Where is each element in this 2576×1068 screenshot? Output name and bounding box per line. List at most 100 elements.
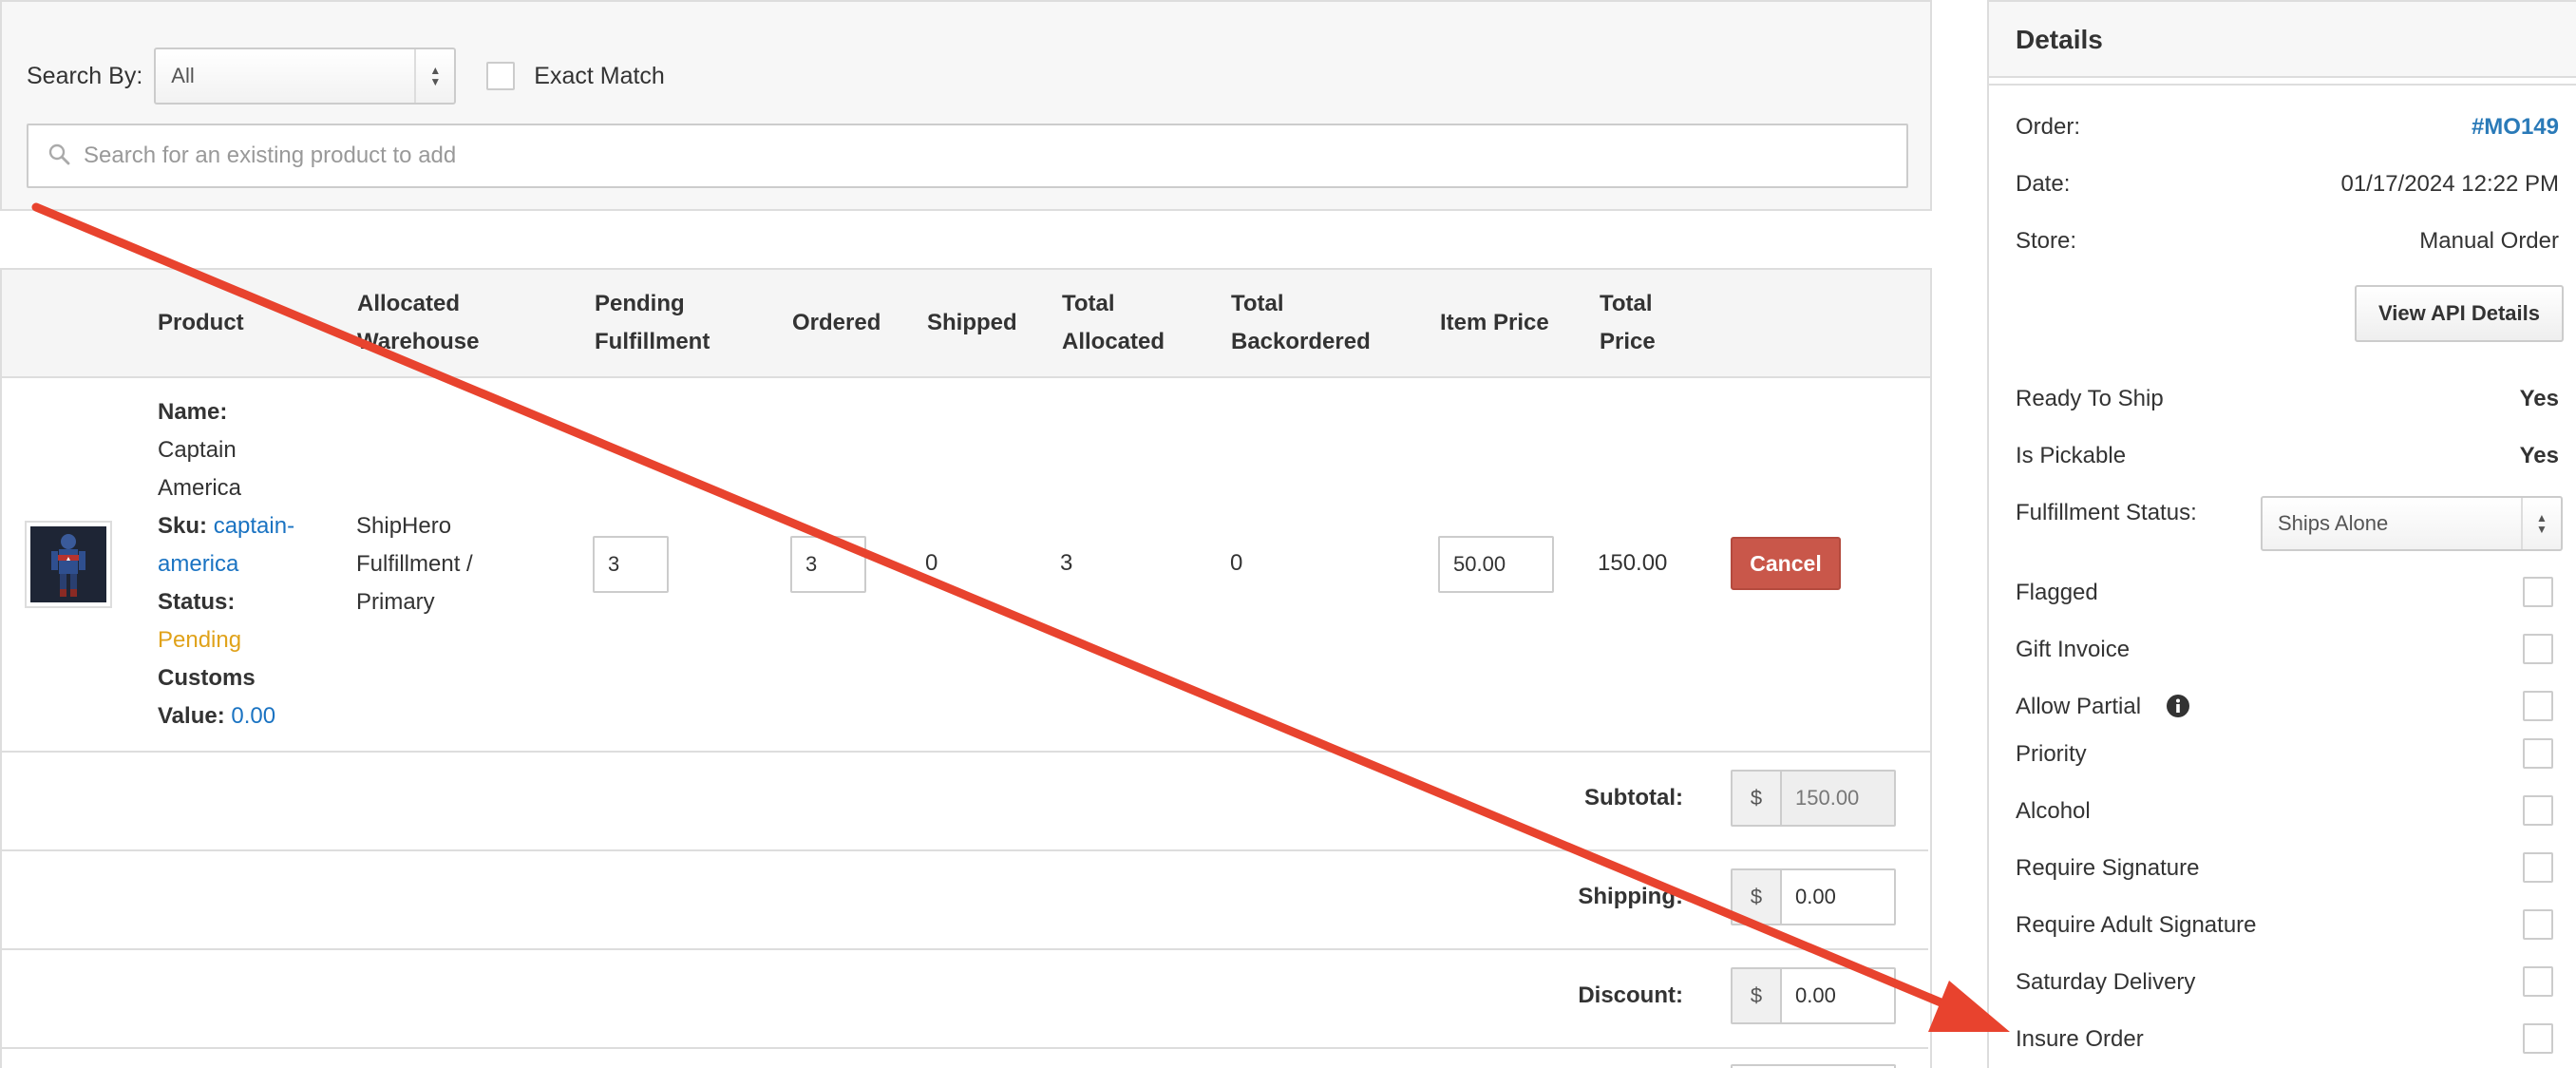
details-title: Details: [2016, 25, 2103, 54]
subtotal-field: $ 150.00: [1731, 770, 1896, 827]
order-number-link[interactable]: #MO149: [2472, 114, 2559, 141]
total-price-value: 150.00: [1598, 550, 1668, 576]
col-header-ordered: Ordered: [792, 310, 881, 335]
store-label: Store:: [2016, 228, 2077, 254]
customs-value[interactable]: 0.00: [231, 703, 275, 729]
customs-label: Customs: [158, 665, 256, 691]
col-header-line: Total: [1231, 291, 1284, 316]
discount-label: Discount:: [1578, 982, 1683, 1008]
require-signature-checkbox[interactable]: [2523, 852, 2553, 883]
shipping-row: Shipping: $ 0.00: [0, 851, 1928, 950]
flag-row-allow-partial: Allow Partial: [2016, 694, 2559, 732]
discount-field[interactable]: $ 0.00: [1731, 967, 1896, 1024]
product-name-line: America: [158, 475, 242, 501]
flag-row-flagged: Flagged: [2016, 580, 2559, 618]
order-row: Order: #MO149: [2016, 114, 2559, 152]
col-header-pending-fulfillment: Pending Fulfillment: [595, 285, 710, 361]
status-label: Status:: [158, 589, 236, 615]
alcohol-checkbox[interactable]: [2523, 795, 2553, 826]
shipping-value[interactable]: 0.00: [1782, 870, 1894, 924]
flag-row-insure-order: Insure Order: [2016, 1026, 2559, 1064]
require-adult-signature-checkbox[interactable]: [2523, 909, 2553, 940]
flag-row-require-signature: Require Signature: [2016, 855, 2559, 893]
order-label: Order:: [2016, 114, 2081, 140]
ready-to-ship-label: Ready To Ship: [2016, 386, 2164, 411]
flag-label-require-adult-signature: Require Adult Signature: [2016, 912, 2257, 938]
discount-row: Discount: $ 0.00: [0, 950, 1928, 1049]
view-api-details-button[interactable]: View API Details: [2355, 285, 2564, 342]
allocated-warehouse-cell: ShipHero Fulfillment / Primary: [356, 507, 473, 621]
ready-to-ship-value: Yes: [2519, 386, 2559, 411]
priority-checkbox[interactable]: [2523, 738, 2553, 769]
flag-row-gift-invoice: Gift Invoice: [2016, 637, 2559, 675]
next-total-field[interactable]: [1731, 1064, 1896, 1068]
is-pickable-row: Is Pickable Yes: [2016, 443, 2559, 481]
sku-link[interactable]: captain-: [214, 513, 294, 539]
col-header-allocated-warehouse: Allocated Warehouse: [357, 285, 479, 361]
cancel-item-button[interactable]: Cancel: [1731, 537, 1841, 590]
details-divider: [1989, 80, 2576, 86]
product-search-field[interactable]: [27, 124, 1908, 188]
col-header-line: Fulfillment: [595, 329, 710, 354]
currency-prefix: $: [1733, 870, 1782, 924]
date-row: Date: 01/17/2024 12:22 PM: [2016, 171, 2559, 209]
col-header-line: Pending: [595, 291, 685, 316]
shipping-label: Shipping:: [1578, 884, 1683, 909]
search-icon: [47, 143, 70, 170]
order-edit-screen: Search By: All ▲▼ Exact Match Product: [0, 0, 2576, 1068]
product-search-panel: Search By: All ▲ ▼ Exact Match: [0, 0, 1932, 211]
allow-partial-checkbox[interactable]: [2523, 691, 2553, 721]
search-options-row: Search By: All ▲ ▼ Exact Match: [27, 48, 665, 105]
saturday-delivery-checkbox[interactable]: [2523, 966, 2553, 997]
flagged-checkbox[interactable]: [2523, 577, 2553, 607]
store-row: Store: Manual Order: [2016, 228, 2559, 266]
warehouse-line: Primary: [356, 589, 435, 615]
select-arrows-icon: ▲ ▼: [414, 49, 454, 103]
flag-label-gift-invoice: Gift Invoice: [2016, 637, 2131, 662]
fulfillment-status-select[interactable]: Ships Alone ▲ ▼: [2261, 496, 2563, 551]
date-label: Date:: [2016, 171, 2071, 197]
exact-match-checkbox[interactable]: [486, 62, 516, 90]
product-name-line: Captain: [158, 437, 237, 463]
sku-label: Sku:: [158, 513, 208, 539]
col-header-shipped: Shipped: [927, 310, 1017, 335]
search-by-label: Search By:: [27, 62, 143, 89]
exact-match-option[interactable]: Exact Match: [486, 62, 665, 90]
product-thumbnail[interactable]: [25, 521, 112, 608]
sku-link[interactable]: america: [158, 551, 238, 577]
table-header: Product Allocated Warehouse Pending Fulf…: [2, 270, 1930, 378]
is-pickable-label: Is Pickable: [2016, 443, 2127, 468]
col-header-line: Price: [1600, 329, 1656, 354]
col-header-total-backordered: Total Backordered: [1231, 285, 1371, 361]
discount-value[interactable]: 0.00: [1782, 969, 1894, 1022]
search-by-select[interactable]: All ▲ ▼: [154, 48, 457, 105]
flag-row-saturday-delivery: Saturday Delivery: [2016, 969, 2559, 1007]
warehouse-line: ShipHero: [356, 513, 452, 539]
info-icon[interactable]: [2166, 694, 2190, 725]
next-total-row: [0, 1049, 1928, 1068]
name-label: Name:: [158, 399, 228, 425]
flag-label-saturday-delivery: Saturday Delivery: [2016, 969, 2196, 995]
insure-order-checkbox[interactable]: [2523, 1023, 2553, 1054]
flag-label-priority: Priority: [2016, 741, 2087, 767]
shipping-field[interactable]: $ 0.00: [1731, 868, 1896, 925]
flag-label-require-signature: Require Signature: [2016, 855, 2200, 881]
col-header-line: Warehouse: [357, 329, 480, 354]
col-header-product: Product: [158, 310, 244, 335]
total-allocated-value: 3: [1060, 550, 1073, 576]
status-value: Pending: [158, 627, 242, 653]
ordered-quantity-input[interactable]: 3: [790, 536, 866, 593]
col-header-total-price: Total Price: [1600, 285, 1656, 361]
store-value: Manual Order: [2419, 228, 2559, 254]
col-header-line: Total: [1062, 291, 1115, 316]
shipped-value: 0: [925, 550, 938, 576]
flag-label-insure-order: Insure Order: [2016, 1026, 2144, 1052]
item-price-input[interactable]: 50.00: [1438, 536, 1554, 593]
subtotal-label: Subtotal:: [1584, 785, 1683, 811]
flag-row-priority: Priority: [2016, 741, 2559, 779]
search-by-value: All: [171, 64, 195, 87]
col-header-line: Allocated: [1062, 329, 1165, 354]
gift-invoice-checkbox[interactable]: [2523, 634, 2553, 664]
product-search-input[interactable]: [82, 142, 1906, 170]
pending-fulfillment-input[interactable]: 3: [593, 536, 669, 593]
